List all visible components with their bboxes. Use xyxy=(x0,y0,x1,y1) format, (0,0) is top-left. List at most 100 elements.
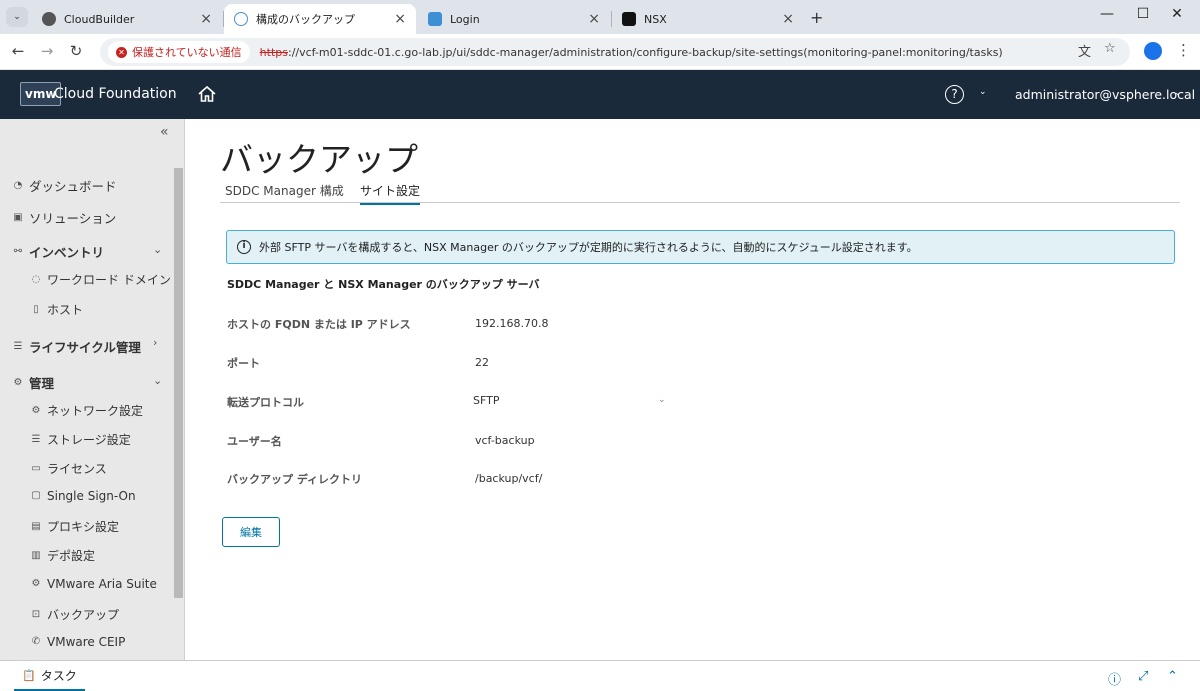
field-value-username: vcf-backup xyxy=(475,434,535,447)
window-close-icon[interactable]: ✕ xyxy=(1154,6,1200,22)
close-icon[interactable]: × xyxy=(200,11,212,27)
tab-site-settings[interactable]: サイト設定 xyxy=(360,182,421,205)
home-icon[interactable] xyxy=(197,84,217,104)
sidebar-item-workload-domains[interactable]: ◌ ワークロード ドメイン xyxy=(30,271,171,288)
chevron-right-icon[interactable]: › xyxy=(153,336,157,349)
more-menu-icon[interactable]: ⋮ xyxy=(1176,41,1191,59)
info-icon: i xyxy=(237,240,251,254)
chevron-down-icon[interactable]: ⌄ xyxy=(658,395,666,405)
sidebar-item-label: バックアップ xyxy=(47,608,120,622)
sidebar-item-label: ライフサイクル管理 xyxy=(29,340,141,355)
tab-sddc-manager-config[interactable]: SDDC Manager 構成 xyxy=(225,182,344,203)
help-icon[interactable]: ? xyxy=(945,85,964,104)
sidebar-scrollbar[interactable] xyxy=(174,168,183,598)
sidebar-item-label: ソリューション xyxy=(29,211,117,226)
new-tab-icon[interactable]: + xyxy=(810,8,823,27)
main-content: バックアップ SDDC Manager 構成 サイト設定 i 外部 SFTP サ… xyxy=(186,119,1200,660)
security-chip[interactable]: ✕ 保護されていない通信 xyxy=(108,41,250,63)
sidebar-item-storage-settings[interactable]: ☰ ストレージ設定 xyxy=(30,431,131,448)
domain-icon: ◌ xyxy=(31,273,41,285)
brand-name[interactable]: Cloud Foundation xyxy=(54,86,177,102)
chevron-down-icon[interactable]: ⌄ xyxy=(153,374,162,387)
url-text[interactable]: https://vcf-m01-sddc-01.c.go-lab.jp/ui/s… xyxy=(260,46,1003,59)
help-icon[interactable]: ⓘ xyxy=(1108,669,1121,688)
inventory-icon: ⚯ xyxy=(13,245,23,257)
browser-tab-backup[interactable]: 構成のバックアップ × xyxy=(224,4,416,34)
user-menu[interactable]: administrator@vsphere.local xyxy=(1015,87,1195,102)
tasks-tab[interactable]: 📋 タスク xyxy=(14,661,85,691)
field-label-port: ポート xyxy=(227,357,260,370)
browser-toolbar: ← → ↻ ✕ 保護されていない通信 https://vcf-m01-sddc-… xyxy=(0,34,1200,70)
app-icon xyxy=(428,12,442,26)
sidebar-item-network-settings[interactable]: ⚙ ネットワーク設定 xyxy=(30,402,144,419)
backup-icon: ⊡ xyxy=(31,608,41,620)
field-label-host: ホストの FQDN または IP アドレス xyxy=(227,318,411,331)
sidebar-item-label: Single Sign-On xyxy=(47,489,136,503)
sidebar-item-solutions[interactable]: ▣ ソリューション xyxy=(12,208,116,227)
sidebar-item-ceip[interactable]: ✆ VMware CEIP xyxy=(30,635,126,649)
aria-icon: ⚙ xyxy=(31,578,41,589)
tasks-label: タスク xyxy=(40,668,77,683)
sidebar-item-label: ストレージ設定 xyxy=(47,433,131,447)
info-alert: i 外部 SFTP サーバを構成すると、NSX Manager のバックアップが… xyxy=(226,230,1175,264)
not-secure-icon: ✕ xyxy=(116,46,127,58)
field-value-host: 192.168.70.8 xyxy=(475,317,549,330)
field-label-protocol: 転送プロトコル xyxy=(227,396,304,409)
chevron-down-icon[interactable]: ⌄ xyxy=(979,87,987,97)
field-label-directory: バックアップ ディレクトリ xyxy=(227,473,363,486)
sidebar-item-dashboard[interactable]: ◔ ダッシュボード xyxy=(12,176,117,195)
sidebar-item-licensing[interactable]: ▭ ライセンス xyxy=(30,460,107,477)
sidebar-item-label: ネットワーク設定 xyxy=(47,404,144,418)
dashboard-icon: ◔ xyxy=(13,179,23,191)
field-value-directory: /backup/vcf/ xyxy=(475,472,543,485)
translate-icon[interactable]: 文 xyxy=(1078,41,1091,60)
host-icon: ▯ xyxy=(33,303,39,315)
sso-icon: ▢ xyxy=(31,490,41,501)
globe-icon xyxy=(42,12,56,26)
lifecycle-icon: ☰ xyxy=(13,340,23,352)
sidebar-item-sso[interactable]: ▢ Single Sign-On xyxy=(30,489,136,503)
back-icon[interactable]: ← xyxy=(8,42,28,60)
reload-icon[interactable]: ↻ xyxy=(66,42,86,60)
sidebar-item-proxy[interactable]: ▤ プロキシ設定 xyxy=(30,518,119,535)
sidebar-item-administration[interactable]: ⚙ 管理 xyxy=(12,373,55,392)
sidebar-item-label: インベントリ xyxy=(29,245,105,260)
sidebar-item-lifecycle[interactable]: ☰ ライフサイクル管理 xyxy=(12,337,141,356)
sidebar-item-label: ライセンス xyxy=(47,462,107,476)
browser-tab-cloudbuilder[interactable]: CloudBuilder × xyxy=(32,4,222,34)
sidebar-item-label: VMware Aria Suite xyxy=(47,577,157,591)
nsx-icon xyxy=(622,12,636,26)
edit-button[interactable]: 編集 xyxy=(222,517,280,547)
tab-title: NSX xyxy=(644,12,667,26)
close-icon[interactable]: × xyxy=(394,11,406,27)
tab-title: 構成のバックアップ xyxy=(256,13,355,26)
close-icon[interactable]: × xyxy=(782,11,794,27)
expand-icon[interactable]: ⤢ xyxy=(1138,669,1148,684)
task-bar: 📋 タスク ⓘ ⤢ ⌃ xyxy=(0,660,1200,691)
chevron-up-icon[interactable]: ⌃ xyxy=(1167,669,1178,684)
url-path: ://vcf-m01-sddc-01.c.go-lab.jp/ui/sddc-m… xyxy=(287,45,1003,59)
forward-icon[interactable]: → xyxy=(37,42,57,60)
protocol-select[interactable]: SFTP xyxy=(473,394,499,407)
page-title: バックアップ xyxy=(220,140,418,179)
close-icon[interactable]: × xyxy=(588,11,600,27)
chevron-down-icon[interactable]: ⌄ xyxy=(1174,88,1182,98)
sidebar-item-label: ワークロード ドメイン xyxy=(47,273,171,287)
sidebar-item-aria-suite[interactable]: ⚙ VMware Aria Suite xyxy=(30,577,157,591)
bookmark-star-icon[interactable]: ☆ xyxy=(1104,41,1116,56)
clipboard-icon: 📋 xyxy=(22,668,36,682)
collapse-sidebar-icon[interactable]: « xyxy=(160,124,169,140)
browser-tab-login[interactable]: Login × xyxy=(418,4,610,34)
sidebar-item-hosts[interactable]: ▯ ホスト xyxy=(30,301,83,318)
chevron-down-icon[interactable]: ⌄ xyxy=(153,243,162,256)
sidebar-item-inventory[interactable]: ⚯ インベントリ xyxy=(12,242,104,261)
page-tabs: SDDC Manager 構成 サイト設定 xyxy=(220,181,1180,205)
profile-avatar[interactable] xyxy=(1144,42,1162,60)
address-bar[interactable]: ✕ 保護されていない通信 https://vcf-m01-sddc-01.c.g… xyxy=(100,38,1130,66)
browser-tab-nsx[interactable]: NSX × xyxy=(612,4,804,34)
solutions-icon: ▣ xyxy=(13,211,23,223)
sidebar-item-depot[interactable]: ▥ デポ設定 xyxy=(30,547,95,564)
sidebar-item-backup[interactable]: ⊡ バックアップ xyxy=(30,606,119,623)
tab-search-icon[interactable]: ⌄ xyxy=(6,7,28,27)
phone-icon: ✆ xyxy=(31,636,41,647)
